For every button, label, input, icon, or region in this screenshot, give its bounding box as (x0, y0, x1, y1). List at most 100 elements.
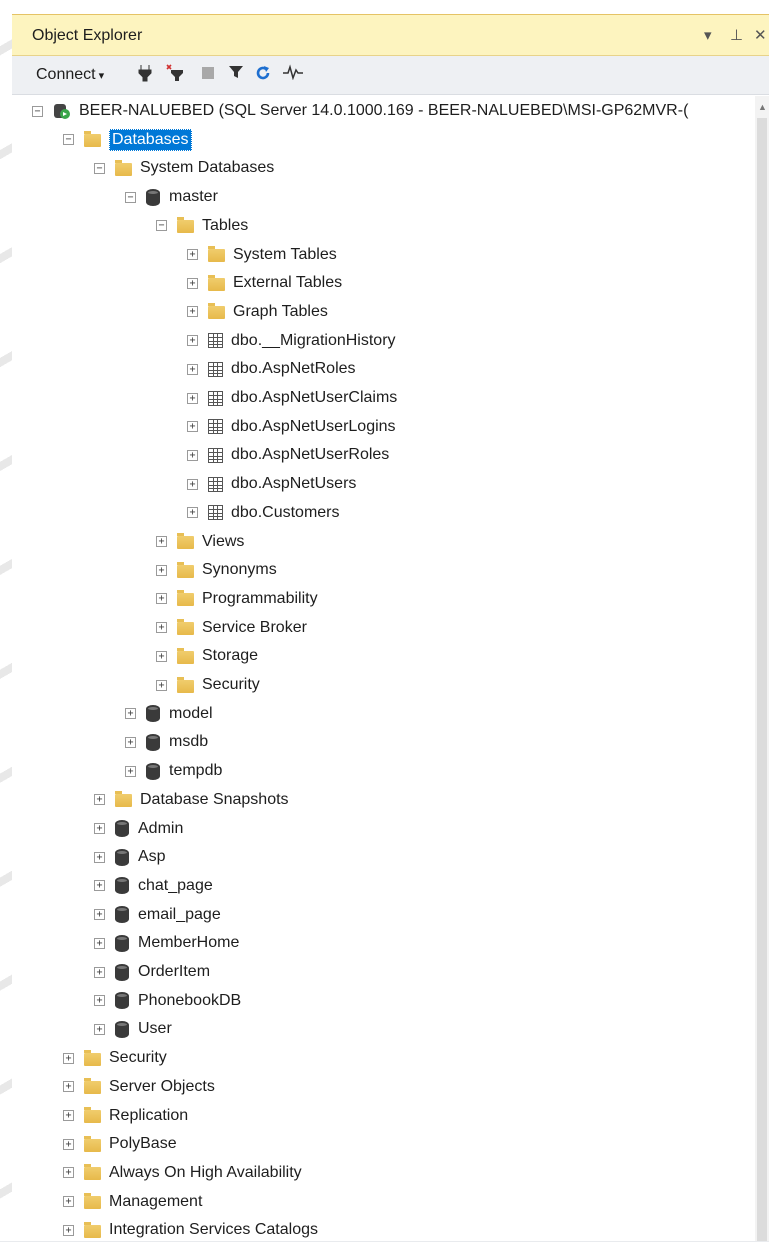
tree-node-label: msdb (169, 733, 209, 751)
disconnect-icon[interactable] (166, 64, 186, 87)
expand-icon[interactable]: + (187, 449, 198, 461)
expand-icon[interactable]: + (187, 277, 198, 289)
expand-icon[interactable]: + (94, 823, 105, 834)
tree-node[interactable]: + Views (156, 530, 244, 554)
expand-icon[interactable]: + (187, 335, 198, 347)
tree-node[interactable]: + PhonebookDB (94, 989, 241, 1013)
expand-icon[interactable]: + (63, 1196, 74, 1208)
expand-icon[interactable]: + (187, 306, 198, 318)
expand-icon[interactable]: + (63, 1052, 74, 1064)
tree-node-label: model (169, 704, 213, 722)
tree-node[interactable]: + Asp (94, 845, 166, 869)
tree-node[interactable]: + email_page (94, 903, 221, 927)
tree-node-label: System Databases (140, 159, 275, 177)
tree-node[interactable]: + tempdb (125, 759, 222, 783)
expand-icon[interactable]: + (156, 536, 167, 547)
tree-node[interactable]: + dbo.__MigrationHistory (187, 329, 396, 353)
collapse-icon[interactable]: − (125, 191, 136, 203)
tree-node[interactable]: + dbo.Customers (187, 501, 340, 525)
window-position-dropdown-icon[interactable]: ▾ (704, 26, 712, 44)
expand-icon[interactable]: + (94, 937, 105, 949)
tree-node[interactable]: + OrderItem (94, 960, 210, 984)
tree-node[interactable]: − BEER-NALUEBED (SQL Server 14.0.1000.169… (32, 99, 688, 123)
collapse-icon[interactable]: − (32, 105, 43, 117)
tree-node[interactable]: − master (125, 185, 218, 209)
tree-node[interactable]: + Service Broker (156, 616, 307, 640)
expand-icon[interactable]: + (94, 851, 105, 863)
connect-icon[interactable] (137, 64, 153, 87)
expand-icon[interactable]: + (94, 794, 105, 806)
tree-node[interactable]: + MemberHome (94, 931, 239, 955)
tree-node[interactable]: + dbo.AspNetUserRoles (187, 443, 389, 467)
stop-icon[interactable] (202, 64, 214, 84)
expand-icon[interactable]: + (63, 1167, 74, 1179)
collapse-icon[interactable]: − (94, 162, 105, 174)
filter-icon[interactable] (228, 64, 244, 85)
collapse-icon[interactable]: − (156, 220, 167, 232)
tree-node[interactable]: + model (125, 702, 213, 726)
tree-node[interactable]: + Database Snapshots (94, 788, 289, 812)
expand-icon[interactable]: + (156, 564, 167, 576)
expand-icon[interactable]: + (156, 593, 167, 605)
expand-icon[interactable]: + (63, 1224, 74, 1236)
tree-node[interactable]: + dbo.AspNetUsers (187, 472, 356, 496)
tree-node[interactable]: + Synonyms (156, 558, 277, 582)
expand-icon[interactable]: + (156, 679, 167, 691)
expand-icon[interactable]: + (63, 1110, 74, 1121)
tree-node[interactable]: + Graph Tables (187, 300, 328, 324)
tree-node[interactable]: + dbo.AspNetRoles (187, 357, 356, 381)
expand-icon[interactable]: + (125, 708, 136, 720)
expand-icon[interactable]: + (94, 909, 105, 921)
close-icon[interactable]: ✕ (754, 26, 767, 44)
tree-node[interactable]: − Databases (63, 128, 192, 152)
tree-node[interactable]: + Management (63, 1190, 202, 1214)
tree-node[interactable]: + dbo.AspNetUserClaims (187, 386, 397, 410)
expand-icon[interactable]: + (125, 736, 136, 748)
tree-node[interactable]: + User (94, 1017, 172, 1041)
tree-node[interactable]: + Integration Services Catalogs (63, 1218, 318, 1242)
expand-icon[interactable]: + (187, 363, 198, 375)
expand-icon[interactable]: + (187, 249, 198, 260)
tree-node[interactable]: + PolyBase (63, 1132, 177, 1156)
tree-node[interactable]: + Security (156, 673, 260, 697)
expand-icon[interactable]: + (187, 392, 198, 404)
folder-icon (84, 1164, 101, 1181)
expand-icon[interactable]: + (94, 1023, 105, 1035)
refresh-icon[interactable] (254, 64, 272, 87)
expand-icon[interactable]: + (94, 995, 105, 1007)
auto-hide-pin-icon[interactable]: ⊥ (730, 26, 743, 44)
server-icon (53, 102, 71, 120)
collapse-icon[interactable]: − (63, 134, 74, 146)
tree-node[interactable]: − System Databases (94, 156, 274, 180)
tree-node[interactable]: + chat_page (94, 874, 213, 898)
expand-icon[interactable]: + (156, 650, 167, 662)
tree-node[interactable]: + System Tables (187, 243, 337, 267)
tree-node[interactable]: + msdb (125, 730, 208, 754)
tree-node[interactable]: − Tables (156, 214, 248, 238)
tree-node[interactable]: + Always On High Availability (63, 1161, 302, 1185)
connect-button[interactable]: Connect ▾ (36, 66, 104, 84)
expand-icon[interactable]: + (94, 880, 105, 892)
tree-node[interactable]: + Storage (156, 644, 258, 668)
tree-node[interactable]: + dbo.AspNetUserLogins (187, 415, 396, 439)
expand-icon[interactable]: + (187, 478, 198, 490)
expand-icon[interactable]: + (94, 966, 105, 978)
folder-icon (177, 619, 194, 636)
activity-monitor-icon[interactable] (282, 64, 304, 85)
expand-icon[interactable]: + (63, 1081, 74, 1093)
expand-icon[interactable]: + (63, 1138, 74, 1150)
tree-node[interactable]: + External Tables (187, 271, 342, 295)
database-icon (115, 848, 129, 866)
tree-node[interactable]: + Programmability (156, 587, 318, 611)
tree-node-label: dbo.AspNetUserRoles (231, 446, 390, 464)
tree-node[interactable]: + Server Objects (63, 1075, 215, 1099)
expand-icon[interactable]: + (125, 765, 136, 777)
tree-node[interactable]: + Replication (63, 1104, 188, 1128)
scroll-up-arrow-icon[interactable]: ▲ (758, 102, 767, 112)
tree-node[interactable]: + Security (63, 1046, 167, 1070)
expand-icon[interactable]: + (187, 421, 198, 433)
tree-node[interactable]: + Admin (94, 817, 183, 841)
expand-icon[interactable]: + (156, 622, 167, 634)
expand-icon[interactable]: + (187, 507, 198, 519)
scrollbar-thumb[interactable] (757, 118, 767, 1241)
